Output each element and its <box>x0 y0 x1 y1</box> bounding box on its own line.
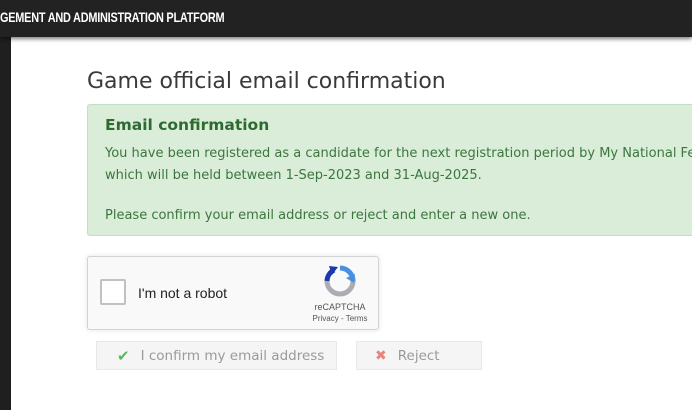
platform-title: GEMENT AND ADMINISTRATION PLATFORM <box>0 9 225 25</box>
recaptcha-terms-link[interactable]: Terms <box>346 314 368 323</box>
recaptcha-link-separator: - <box>338 314 346 323</box>
page-title: Game official email confirmation <box>87 69 446 94</box>
email-confirmation-alert: Email confirmation You have been registe… <box>87 104 692 236</box>
alert-period-text: which will be held between 1-Sep-2023 an… <box>105 168 482 183</box>
reject-button[interactable]: ✖ Reject <box>356 341 482 370</box>
recaptcha-checkbox[interactable] <box>100 279 126 305</box>
x-icon: ✖ <box>375 347 387 364</box>
alert-instruction-text: Please confirm your email address or rej… <box>105 208 531 223</box>
alert-heading: Email confirmation <box>105 116 270 134</box>
recaptcha-brand: reCAPTCHA <box>314 302 366 312</box>
top-navigation-bar: GEMENT AND ADMINISTRATION PLATFORM <box>0 0 692 37</box>
check-icon: ✔ <box>117 346 130 365</box>
recaptcha-links: Privacy - Terms <box>305 314 375 323</box>
reject-button-label: Reject <box>397 347 440 364</box>
main-content: Game official email confirmation Email c… <box>11 37 692 410</box>
recaptcha-privacy-link[interactable]: Privacy <box>313 314 339 323</box>
alert-registration-text: You have been registered as a candidate … <box>105 146 692 161</box>
confirm-email-button-label: I confirm my email address <box>140 347 325 364</box>
recaptcha-label: I'm not a robot <box>138 285 228 301</box>
recaptcha-logo-icon <box>324 265 356 297</box>
recaptcha-widget: I'm not a robot reCAPTCHA Privacy - Term… <box>87 256 379 330</box>
confirm-email-button[interactable]: ✔ I confirm my email address <box>96 341 337 370</box>
